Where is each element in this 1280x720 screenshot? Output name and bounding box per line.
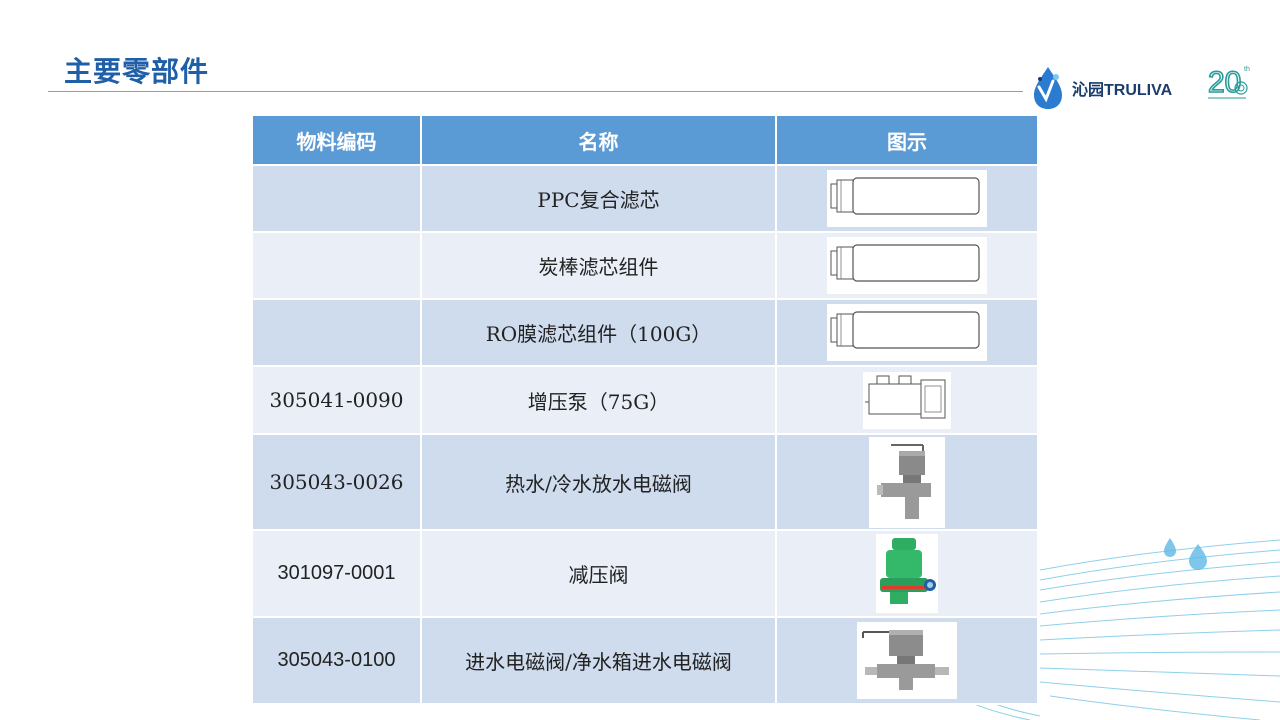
cell-code: 301097-0001	[253, 530, 422, 618]
table-row: RO膜滤芯组件（100G）	[253, 299, 1039, 367]
table-row: 305043-0026 热水/冷水放水电磁阀	[253, 434, 1039, 531]
filter-cartridge-image	[827, 237, 987, 294]
cell-code	[253, 299, 422, 367]
cell-image	[776, 434, 1039, 531]
table-row: PPC复合滤芯	[253, 165, 1039, 233]
table-row: 305043-0100 进水电磁阀/净水箱进水电磁阀	[253, 617, 1039, 705]
column-header-name: 名称	[421, 116, 777, 166]
cell-name: 炭棒滤芯组件	[421, 232, 777, 300]
brand-logo: 沁园TRULIVA	[1030, 64, 1172, 112]
filter-cartridge-image	[827, 170, 987, 227]
cell-name: RO膜滤芯组件（100G）	[421, 299, 777, 367]
cell-name: 热水/冷水放水电磁阀	[421, 434, 777, 531]
page-title: 主要零部件	[64, 55, 210, 88]
table-row: 炭棒滤芯组件	[253, 232, 1039, 300]
anniversary-suffix: th	[1244, 66, 1250, 73]
cell-code	[253, 165, 422, 233]
cell-name: PPC复合滤芯	[421, 165, 777, 233]
column-header-image: 图示	[776, 116, 1039, 166]
cell-name: 进水电磁阀/净水箱进水电磁阀	[421, 617, 777, 705]
cell-image	[776, 530, 1039, 618]
brand-name: 沁园TRULIVA	[1072, 82, 1173, 99]
title-divider	[48, 91, 1023, 92]
column-header-code: 物料编码	[253, 116, 422, 166]
cell-image	[776, 366, 1039, 435]
cell-code: 305043-0026	[253, 434, 422, 531]
booster-pump-image	[863, 371, 951, 429]
parts-table: 物料编码 名称 图示 PPC复合滤芯 炭棒滤芯组件 RO膜滤芯组件（100G） …	[253, 116, 1039, 705]
pressure-reducing-valve-image	[876, 534, 938, 613]
anniversary-number: 20	[1208, 66, 1241, 99]
table-header-row: 物料编码 名称 图示	[253, 116, 1039, 166]
inlet-solenoid-valve-image	[857, 622, 957, 699]
cell-code: 305043-0100	[253, 617, 422, 705]
table-row: 305041-0090 增压泵（75G）	[253, 366, 1039, 435]
cell-code: 305041-0090	[253, 366, 422, 435]
cell-name: 减压阀	[421, 530, 777, 618]
solenoid-valve-image	[869, 436, 945, 528]
cell-image	[776, 299, 1039, 367]
cell-code	[253, 232, 422, 300]
water-drop-logo-icon	[1034, 67, 1062, 109]
cell-name: 增压泵（75G）	[421, 366, 777, 435]
cell-image	[776, 232, 1039, 300]
filter-cartridge-image	[827, 304, 987, 361]
cell-image	[776, 617, 1039, 705]
cell-image	[776, 165, 1039, 233]
table-row: 301097-0001 减压阀	[253, 530, 1039, 618]
wave-decoration	[1040, 538, 1280, 720]
